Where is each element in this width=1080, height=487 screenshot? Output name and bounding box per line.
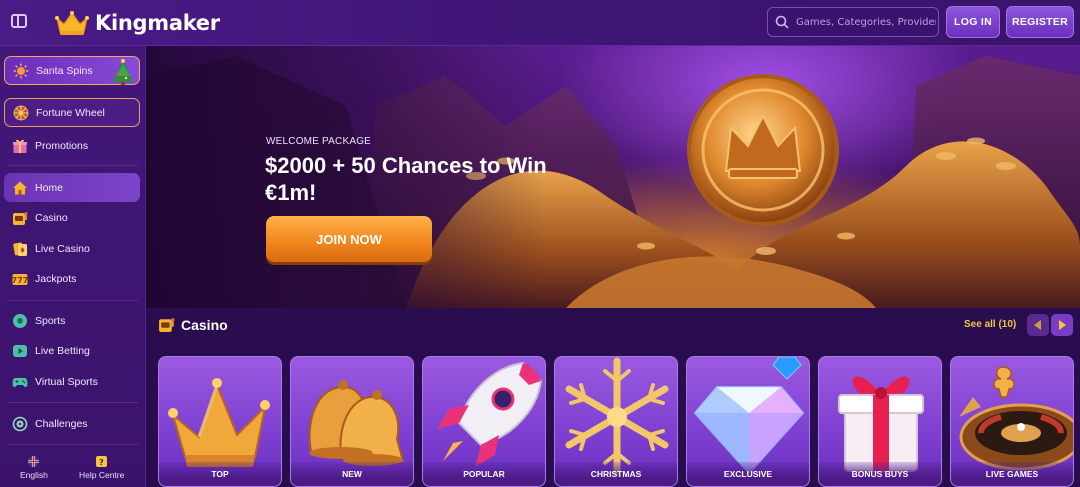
slot-machine-icon — [13, 211, 28, 225]
carousel-next-button[interactable] — [1051, 314, 1073, 336]
crown-logo-icon — [55, 11, 89, 35]
help-label: Help Centre — [79, 470, 125, 480]
sidebar-item-live-betting[interactable]: Live Betting — [4, 336, 140, 365]
sidebar-divider — [8, 300, 138, 301]
language-selector[interactable]: English — [20, 456, 48, 480]
category-card-live-games[interactable]: LIVE GAMES — [950, 356, 1074, 487]
login-button[interactable]: LOG IN — [946, 6, 1000, 38]
sidebar-item-promotions[interactable]: Promotions — [4, 131, 140, 160]
search-icon — [775, 15, 789, 29]
category-card-bonus-buys[interactable]: BONUS BUYS — [818, 356, 942, 487]
sidebar-item-label: Virtual Sports — [35, 375, 98, 388]
sidebar-item-label: Santa Spins — [36, 64, 93, 77]
sidebar-item-home[interactable]: Home — [4, 173, 140, 202]
sidebar-item-label: Jackpots — [35, 272, 77, 285]
sidebar-item-label: Sports — [35, 314, 66, 327]
welcome-package-label: WELCOME PACKAGE — [266, 136, 372, 147]
sidebar-divider — [8, 165, 138, 166]
gamepad-icon — [12, 377, 28, 387]
uk-flag-icon — [28, 456, 40, 467]
sidebar-item-label: Challenges — [35, 417, 88, 430]
sidebar-item-casino[interactable]: Casino — [4, 203, 140, 232]
welcome-package-title: $2000 + 50 Chances to Win €1m! — [265, 153, 547, 205]
casino-section-title: Casino — [181, 316, 228, 333]
category-card-top[interactable]: TOP — [158, 356, 282, 487]
sidebar-item-jackpots[interactable]: 777 Jackpots — [4, 264, 140, 293]
svg-text:?: ? — [99, 458, 104, 467]
category-card-label: POPULAR — [423, 462, 545, 486]
live-play-icon — [13, 344, 27, 357]
help-icon: ? — [96, 456, 108, 467]
svg-text:777: 777 — [12, 276, 28, 285]
join-now-button[interactable]: JOIN NOW — [266, 216, 432, 262]
language-label: English — [20, 470, 48, 480]
category-card-label: BONUS BUYS — [819, 462, 941, 486]
search-box[interactable] — [767, 7, 939, 37]
category-card-label: TOP — [159, 462, 281, 486]
fortune-wheel-icon — [13, 105, 29, 120]
slot-machine-icon — [159, 318, 175, 332]
sidebar-item-fortune-wheel[interactable]: Fortune Wheel — [4, 98, 140, 127]
search-input[interactable] — [796, 16, 936, 28]
football-icon — [13, 313, 27, 328]
sidebar-item-label: Casino — [35, 211, 68, 224]
see-all-link[interactable]: See all (10) — [964, 319, 1016, 330]
sidebar-item-challenges[interactable]: Challenges — [4, 409, 140, 438]
christmas-tree-icon — [113, 59, 133, 85]
category-card-label: NEW — [291, 462, 413, 486]
sidebar-divider — [8, 402, 138, 403]
category-card-popular[interactable]: POPULAR — [422, 356, 546, 487]
category-card-label: CHRISTMAS — [555, 462, 677, 486]
jackpot-icon: 777 — [12, 273, 28, 285]
sun-burst-icon — [13, 63, 29, 78]
sidebar-item-label: Fortune Wheel — [36, 106, 105, 119]
category-card-new[interactable]: NEW — [290, 356, 414, 487]
help-centre-link[interactable]: ? Help Centre — [79, 456, 124, 480]
challenge-icon — [12, 416, 28, 431]
category-card-label: EXCLUSIVE — [687, 462, 809, 486]
carousel-prev-button[interactable] — [1027, 314, 1049, 336]
casino-section-header: Casino — [158, 316, 228, 333]
sidebar-item-virtual-sports[interactable]: Virtual Sports — [4, 367, 140, 396]
logo-text: Kingmaker — [95, 11, 220, 35]
sidebar-item-label: Promotions — [35, 139, 89, 152]
chevron-left-icon — [1034, 320, 1041, 330]
sidebar-item-label: Live Betting — [35, 344, 90, 357]
top-header: Kingmaker LOG IN REGISTER — [0, 0, 1080, 46]
home-icon — [13, 181, 27, 194]
category-card-label: LIVE GAMES — [951, 462, 1073, 486]
chevron-right-icon — [1059, 320, 1066, 330]
sidebar: Santa Spins Fortune Wheel Promotions Hom… — [0, 46, 146, 487]
sidebar-item-live-casino[interactable]: Live Casino — [4, 234, 140, 263]
sidebar-item-label: Home — [35, 181, 64, 194]
register-button[interactable]: REGISTER — [1006, 6, 1074, 38]
hero-banner: WELCOME PACKAGE $2000 + 50 Chances to Wi… — [146, 46, 1080, 308]
category-card-exclusive[interactable]: EXCLUSIVE — [686, 356, 810, 487]
sidebar-item-santa-spins[interactable]: Santa Spins — [4, 56, 140, 85]
sidebar-toggle-icon[interactable] — [11, 14, 27, 28]
sidebar-item-sports[interactable]: Sports — [4, 306, 140, 335]
category-card-christmas[interactable]: CHRISTMAS — [554, 356, 678, 487]
sidebar-item-label: Live Casino — [35, 242, 90, 255]
site-logo[interactable]: Kingmaker — [54, 6, 220, 40]
cards-icon — [13, 241, 27, 256]
sidebar-divider — [8, 444, 138, 445]
gift-icon — [13, 139, 27, 153]
